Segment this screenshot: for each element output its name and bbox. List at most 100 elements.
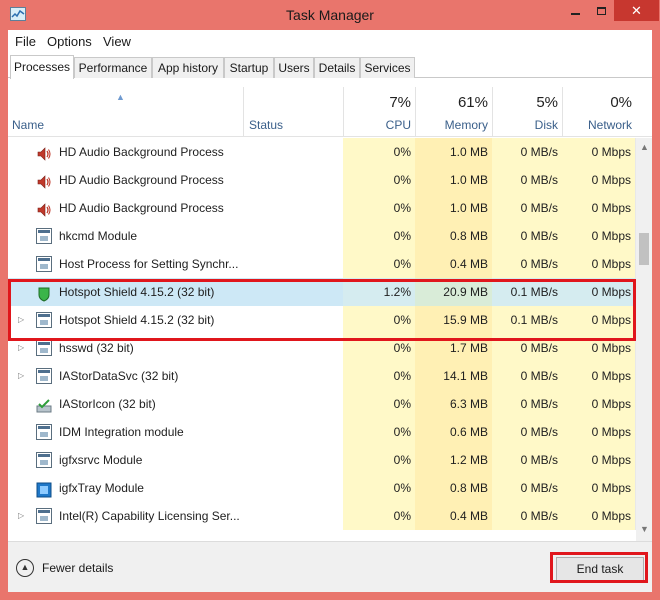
memory-total: 61% [457,94,488,111]
tab-details[interactable]: Details [314,57,360,78]
process-network-value: 0 Mbps [562,362,636,390]
process-memory-value: 0.4 MB [415,250,492,278]
process-cpu-value: 0% [343,474,415,502]
client-area: File Options View Processes Performance … [8,30,652,592]
tab-performance[interactable]: Performance [74,57,152,78]
process-row[interactable]: ▷ IAStorDataSvc (32 bit) 0% 14.1 MB 0 MB/s 0 … [8,362,636,390]
column-header-status[interactable]: Status [244,79,343,137]
speaker-icon [36,172,52,189]
process-disk-value: 0.1 MB/s [492,306,562,334]
process-network-value: 0 Mbps [562,502,636,530]
process-memory-value: 0.8 MB [415,474,492,502]
process-network-value: 0 Mbps [562,250,636,278]
process-row[interactable]: igfxsrvc Module 0% 1.2 MB 0 MB/s 0 Mbps [8,446,636,474]
process-disk-value: 0 MB/s [492,222,562,250]
column-header-network[interactable]: 0% Network [562,79,636,137]
column-header-disk[interactable]: 5% Disk [492,79,562,137]
column-header-memory[interactable]: 61% Memory [415,79,492,137]
menu-view[interactable]: View [103,34,131,49]
process-cpu-value: 0% [343,390,415,418]
tab-processes[interactable]: Processes [10,55,74,79]
process-disk-value: 0 MB/s [492,446,562,474]
process-name: igfxsrvc Module [59,453,143,467]
process-row[interactable]: ▷ Intel(R) Capability Licensing Ser... 0% 0… [8,502,636,530]
tab-users[interactable]: Users [274,57,314,78]
process-cpu-value: 0% [343,166,415,194]
close-button[interactable]: ✕ [614,0,659,21]
process-name-cell: ▷ Hotspot Shield 4.15.2 (32 bit) [8,306,343,334]
minimize-button[interactable] [562,0,588,21]
process-disk-value: 0 MB/s [492,474,562,502]
process-memory-value: 0.8 MB [415,222,492,250]
fewer-details-button[interactable]: ▲ Fewer details [16,559,146,581]
process-disk-value: 0 MB/s [492,502,562,530]
process-row[interactable]: HD Audio Background Process 0% 1.0 MB 0 MB/… [8,166,636,194]
process-cpu-value: 0% [343,446,415,474]
scrollbar-thumb[interactable] [639,233,649,265]
process-row[interactable]: Hotspot Shield 4.15.2 (32 bit) 1.2% 20.9 M… [8,278,636,306]
menu-file[interactable]: File [15,34,36,49]
vertical-scrollbar[interactable]: ▲ ▼ [636,138,652,541]
process-disk-value: 0 MB/s [492,194,562,222]
process-network-value: 0 Mbps [562,138,636,166]
process-name: Intel(R) Capability Licensing Ser... [59,509,240,523]
process-network-value: 0 Mbps [562,474,636,502]
process-name: IDM Integration module [59,425,184,439]
expand-arrow-icon[interactable]: ▷ [18,306,24,334]
footer-bar: ▲ Fewer details End task [8,541,652,592]
process-row[interactable]: Host Process for Setting Synchr... 0% 0.4 … [8,250,636,278]
process-name-cell: hkcmd Module [8,222,343,250]
intel-graphics-icon [36,480,52,498]
close-icon: ✕ [631,3,642,18]
expand-arrow-icon[interactable]: ▷ [18,334,24,362]
expand-arrow-icon[interactable]: ▷ [18,502,24,530]
process-name: HD Audio Background Process [59,173,224,187]
process-memory-value: 1.0 MB [415,166,492,194]
process-name: Hotspot Shield 4.15.2 (32 bit) [59,285,215,299]
process-memory-value: 15.9 MB [415,306,492,334]
maximize-icon [596,6,606,15]
scroll-up-icon[interactable]: ▲ [640,142,649,152]
process-name: IAStorDataSvc (32 bit) [59,369,179,383]
process-row[interactable]: IAStorIcon (32 bit) 0% 6.3 MB 0 MB/s 0 Mbps [8,390,636,418]
process-row[interactable]: igfxTray Module 0% 0.8 MB 0 MB/s 0 Mbps [8,474,636,502]
sort-ascending-icon: ▲ [116,92,125,102]
process-name-cell: HD Audio Background Process [8,166,343,194]
column-header-row: ▲ Name Status 7% CPU 61% Memory 5% Disk … [8,79,652,137]
end-task-button[interactable]: End task [556,557,644,581]
process-network-value: 0 Mbps [562,222,636,250]
process-name-cell: Hotspot Shield 4.15.2 (32 bit) [8,278,343,306]
process-row[interactable]: hkcmd Module 0% 0.8 MB 0 MB/s 0 Mbps [8,222,636,250]
process-name: Hotspot Shield 4.15.2 (32 bit) [59,313,215,327]
process-row[interactable]: IDM Integration module 0% 0.6 MB 0 MB/s 0 Mb… [8,418,636,446]
scroll-down-icon[interactable]: ▼ [640,524,649,534]
chevron-up-icon: ▲ [16,559,34,577]
process-name-cell: Host Process for Setting Synchr... [8,250,343,278]
process-row[interactable]: HD Audio Background Process 0% 1.0 MB 0 MB/… [8,194,636,222]
tab-app-history[interactable]: App history [152,57,224,78]
process-name-cell: IAStorIcon (32 bit) [8,390,343,418]
column-header-name[interactable]: ▲ Name [8,79,243,137]
process-memory-value: 20.9 MB [415,278,492,306]
maximize-button[interactable] [588,0,614,21]
window-icon [36,368,52,384]
process-row[interactable]: ▷ hsswd (32 bit) 0% 1.7 MB 0 MB/s 0 Mbps [8,334,636,362]
window-icon [36,452,52,468]
process-network-value: 0 Mbps [562,418,636,446]
column-header-cpu[interactable]: 7% CPU [343,79,415,137]
process-cpu-value: 0% [343,362,415,390]
menu-options[interactable]: Options [47,34,92,49]
title-bar[interactable]: Task Manager ✕ [0,0,660,30]
tab-startup[interactable]: Startup [224,57,274,78]
process-memory-value: 1.7 MB [415,334,492,362]
expand-arrow-icon[interactable]: ▷ [18,362,24,390]
tab-services[interactable]: Services [360,57,415,78]
process-row[interactable]: ▷ Hotspot Shield 4.15.2 (32 bit) 0% 15.9 MB… [8,306,636,334]
process-cpu-value: 0% [343,250,415,278]
process-memory-value: 14.1 MB [415,362,492,390]
process-row[interactable]: HD Audio Background Process 0% 1.0 MB 0 MB/… [8,138,636,166]
process-disk-value: 0 MB/s [492,390,562,418]
network-total: 0% [610,94,632,111]
process-memory-value: 0.6 MB [415,418,492,446]
tab-strip: Processes Performance App history Startu… [8,52,652,79]
